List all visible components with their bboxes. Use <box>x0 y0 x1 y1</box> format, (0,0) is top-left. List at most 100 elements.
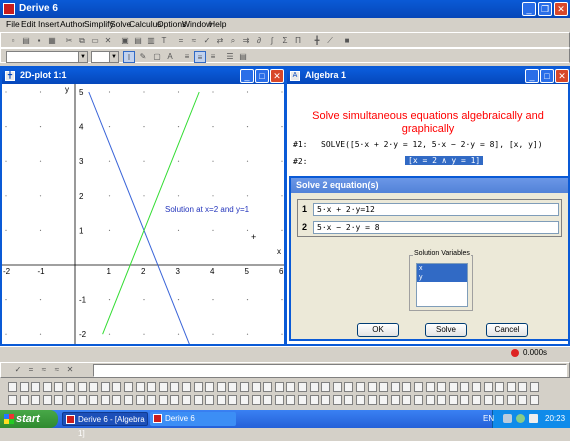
symbol-button[interactable] <box>66 395 75 405</box>
symbol-button[interactable] <box>309 395 319 405</box>
taskbar-item-algebra[interactable]: Derive 6 - [Algebra 1] <box>62 412 148 438</box>
symbol-button[interactable] <box>425 395 435 405</box>
menu-window[interactable]: Window <box>182 19 212 29</box>
maximize-icon[interactable]: □ <box>255 69 269 83</box>
symbol-button[interactable] <box>414 382 423 392</box>
symbol-button[interactable] <box>42 395 52 405</box>
symbol-button[interactable] <box>228 395 238 405</box>
symbol-button[interactable] <box>344 395 354 405</box>
symbol-button[interactable] <box>448 382 458 392</box>
simplify-icon[interactable]: = <box>175 35 187 47</box>
symbol-button[interactable] <box>124 382 133 392</box>
bullets-icon[interactable]: ☰ <box>224 51 236 63</box>
symbol-button[interactable] <box>193 382 203 392</box>
symbol-button[interactable] <box>124 395 133 405</box>
symbol-button[interactable] <box>344 382 354 392</box>
symbol-button[interactable] <box>379 382 389 392</box>
symbol-button[interactable] <box>437 395 447 405</box>
expression-input[interactable] <box>93 364 567 377</box>
symbol-button[interactable] <box>182 395 191 405</box>
symbol-button[interactable] <box>251 395 261 405</box>
start-button[interactable]: start <box>0 410 58 428</box>
symbol-button[interactable] <box>286 395 296 405</box>
format-toggle-icon[interactable]: I <box>123 51 135 63</box>
restore-icon[interactable]: ❐ <box>538 2 552 16</box>
open-icon[interactable]: ▤ <box>20 35 32 47</box>
minimize-icon[interactable]: _ <box>522 2 536 16</box>
approx-simplify-icon[interactable]: ≈ <box>51 364 63 376</box>
minimize-icon[interactable]: _ <box>525 69 539 83</box>
symbol-button[interactable] <box>402 382 412 392</box>
paste-icon[interactable]: ▭ <box>89 35 101 47</box>
symbol-button[interactable] <box>448 395 458 405</box>
equation-field-1[interactable]: 5·x + 2·y=12 <box>313 203 559 216</box>
plot-area[interactable]: -2 -1 1 2 3 4 5 6 5 4 3 2 1 -1 -2 x y Solution at x=2… <box>2 84 284 344</box>
symbol-button[interactable] <box>495 382 505 392</box>
symbol-button[interactable] <box>158 382 168 392</box>
symbol-button[interactable] <box>483 382 493 392</box>
symbol-button[interactable] <box>216 395 226 405</box>
symbol-button[interactable] <box>19 382 29 392</box>
align-left-icon[interactable]: ≡ <box>181 51 193 63</box>
symbol-button[interactable] <box>193 395 203 405</box>
symbol-button[interactable] <box>367 382 377 392</box>
symbol-button[interactable] <box>89 382 99 392</box>
size-combo[interactable]: ▼ <box>91 51 119 63</box>
variables-listbox[interactable]: x y <box>416 263 468 307</box>
symbol-button[interactable] <box>89 395 99 405</box>
symbol-button[interactable] <box>506 382 516 392</box>
symbol-button[interactable] <box>100 382 110 392</box>
symbol-button[interactable] <box>460 395 470 405</box>
minimize-icon[interactable]: _ <box>240 69 254 83</box>
cancel-button[interactable]: Cancel <box>486 323 528 337</box>
volume-icon[interactable] <box>529 414 538 423</box>
accept-icon[interactable]: ✓ <box>12 364 24 376</box>
symbol-button[interactable] <box>100 395 110 405</box>
menu-insert[interactable]: Insert <box>38 19 59 29</box>
solve-icon[interactable]: ✓ <box>201 35 213 47</box>
variable-item-y[interactable]: y <box>417 273 467 282</box>
symbol-button[interactable] <box>147 395 157 405</box>
cancel-entry-icon[interactable]: ✕ <box>64 364 76 376</box>
align-center-icon[interactable]: ≡ <box>194 51 206 63</box>
symbol-button[interactable] <box>309 382 319 392</box>
symbol-button[interactable] <box>530 382 539 392</box>
insert-text-icon[interactable]: T <box>158 35 170 47</box>
menu-edit[interactable]: Edit <box>21 19 36 29</box>
variable-item-x[interactable]: x <box>417 264 467 273</box>
symbol-button[interactable] <box>321 395 331 405</box>
symbol-button[interactable] <box>216 382 226 392</box>
plot-2d-icon[interactable]: ╋ <box>311 35 323 47</box>
symbol-button[interactable] <box>112 382 122 392</box>
new-icon[interactable]: ▫ <box>7 35 19 47</box>
symbol-button[interactable] <box>147 382 157 392</box>
book-icon[interactable]: ■ <box>341 35 353 47</box>
substitute-icon[interactable]: ⇄ <box>214 35 226 47</box>
symbol-button[interactable] <box>263 382 273 392</box>
expression-2-selected[interactable]: [x = 2 ∧ y = 1] <box>405 156 484 165</box>
symbol-button[interactable] <box>356 382 365 392</box>
symbol-button[interactable] <box>112 395 122 405</box>
symbol-button[interactable] <box>390 395 400 405</box>
network-icon[interactable] <box>503 414 512 423</box>
cut-icon[interactable]: ✂ <box>63 35 75 47</box>
sum-icon[interactable]: Σ <box>279 35 291 47</box>
symbol-button[interactable] <box>506 395 516 405</box>
menu-file[interactable]: File <box>6 19 20 29</box>
symbol-button[interactable] <box>240 395 249 405</box>
symbol-button[interactable] <box>42 382 52 392</box>
symbol-button[interactable] <box>321 382 331 392</box>
menu-help[interactable]: Help <box>209 19 226 29</box>
language-indicator[interactable]: EN <box>483 414 494 423</box>
symbol-button[interactable] <box>286 382 296 392</box>
symbol-button[interactable] <box>205 395 215 405</box>
style-combo[interactable]: ▼ <box>6 51 88 63</box>
tray-app-icon[interactable] <box>516 414 525 423</box>
symbol-button[interactable] <box>31 382 41 392</box>
symbol-button[interactable] <box>8 382 17 392</box>
limit-icon[interactable]: ⇉ <box>240 35 252 47</box>
symbol-button[interactable] <box>158 395 168 405</box>
symbol-button[interactable] <box>274 382 284 392</box>
symbol-button[interactable] <box>332 395 342 405</box>
align-right-icon[interactable]: ≡ <box>207 51 219 63</box>
